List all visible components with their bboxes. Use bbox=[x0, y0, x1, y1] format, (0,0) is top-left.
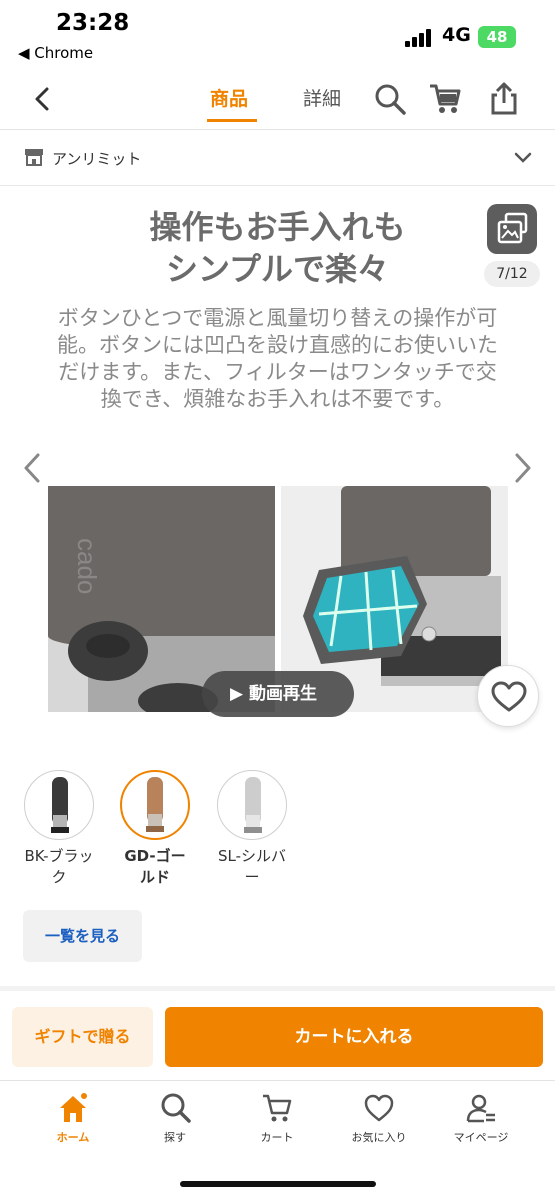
heart-icon bbox=[491, 681, 527, 712]
tabbar-search[interactable]: 探す bbox=[135, 1091, 215, 1145]
tabbar-cart[interactable]: カート bbox=[237, 1091, 317, 1145]
home-icon bbox=[60, 1093, 87, 1122]
shop-name: アンリミット bbox=[52, 150, 142, 168]
tabbar-favorites-label: お気に入り bbox=[351, 1131, 407, 1144]
search-icon bbox=[161, 1093, 191, 1123]
tabbar-home[interactable]: ホーム bbox=[33, 1091, 113, 1145]
favorite-button[interactable] bbox=[477, 665, 539, 727]
tab-detail[interactable]: 詳細 bbox=[303, 84, 341, 111]
top-navigation: 商品 詳細 bbox=[0, 72, 555, 130]
add-to-cart-button[interactable]: カートに入れる bbox=[165, 1007, 543, 1067]
gift-button[interactable]: ギフトで贈る bbox=[12, 1007, 153, 1067]
active-tab-indicator bbox=[207, 119, 257, 122]
headline-line-1: 操作もお手入れも bbox=[149, 208, 406, 246]
heart-icon bbox=[364, 1094, 394, 1122]
tabbar-mypage[interactable]: マイページ bbox=[441, 1091, 521, 1145]
store-icon bbox=[25, 149, 43, 166]
signal-icon bbox=[405, 27, 435, 47]
tabbar-mypage-label: マイページ bbox=[453, 1131, 509, 1144]
variant-thumbnail bbox=[217, 770, 287, 840]
variant-label: GD-ゴールド bbox=[124, 847, 186, 886]
previous-image-arrow-icon[interactable] bbox=[20, 452, 44, 484]
variant-thumbnail bbox=[24, 770, 94, 840]
clock: 23:28 bbox=[56, 10, 130, 36]
variant-gold[interactable]: GD-ゴールド bbox=[120, 770, 190, 888]
photo-brand-text: cado bbox=[72, 538, 102, 594]
tabbar-search-label: 探す bbox=[164, 1131, 186, 1144]
tabbar-home-label: ホーム bbox=[56, 1131, 90, 1144]
variant-silver[interactable]: SL-シルバー bbox=[217, 770, 287, 888]
search-icon[interactable] bbox=[373, 82, 407, 116]
image-counter: 7/12 bbox=[484, 261, 540, 287]
section-divider bbox=[0, 986, 555, 991]
next-image-arrow-icon[interactable] bbox=[511, 452, 535, 484]
variant-label: BK-ブラック bbox=[24, 847, 94, 886]
home-indicator bbox=[180, 1181, 376, 1187]
user-icon bbox=[466, 1094, 495, 1123]
battery-icon: 48 bbox=[478, 26, 516, 48]
headline-line-2: シンプルで楽々 bbox=[165, 250, 390, 288]
variant-black[interactable]: BK-ブラック bbox=[24, 770, 94, 888]
view-all-variants-button[interactable]: 一覧を見る bbox=[23, 910, 142, 962]
gallery-icon bbox=[497, 212, 528, 244]
cart-icon bbox=[263, 1094, 292, 1122]
slide-headline: 操作もお手入れも シンプルで楽々 bbox=[0, 206, 555, 290]
back-arrow-icon[interactable] bbox=[28, 84, 58, 114]
share-icon[interactable] bbox=[487, 82, 521, 116]
status-bar: 23:28 ◀ Chrome 4G 48 bbox=[0, 0, 555, 72]
variant-thumbnail-selected bbox=[120, 770, 190, 840]
shop-selector[interactable]: アンリミット bbox=[0, 131, 555, 186]
back-to-chrome-link[interactable]: ◀ Chrome bbox=[18, 44, 93, 62]
play-video-button[interactable]: ▶ 動画再生 bbox=[202, 671, 354, 717]
slide-description: ボタンひとつで電源と風量切り替えの操作が可能。ボタンには凹凸を設け直感的にお使い… bbox=[57, 306, 498, 411]
network-type: 4G bbox=[442, 24, 471, 46]
gallery-button[interactable] bbox=[487, 204, 537, 254]
cart-icon[interactable] bbox=[428, 82, 462, 116]
tabbar-cart-label: カート bbox=[260, 1131, 294, 1144]
variant-label: SL-シルバー bbox=[217, 847, 287, 886]
tabbar-favorites[interactable]: お気に入り bbox=[339, 1091, 419, 1145]
chevron-down-icon bbox=[514, 152, 532, 163]
tab-product[interactable]: 商品 bbox=[210, 84, 248, 111]
